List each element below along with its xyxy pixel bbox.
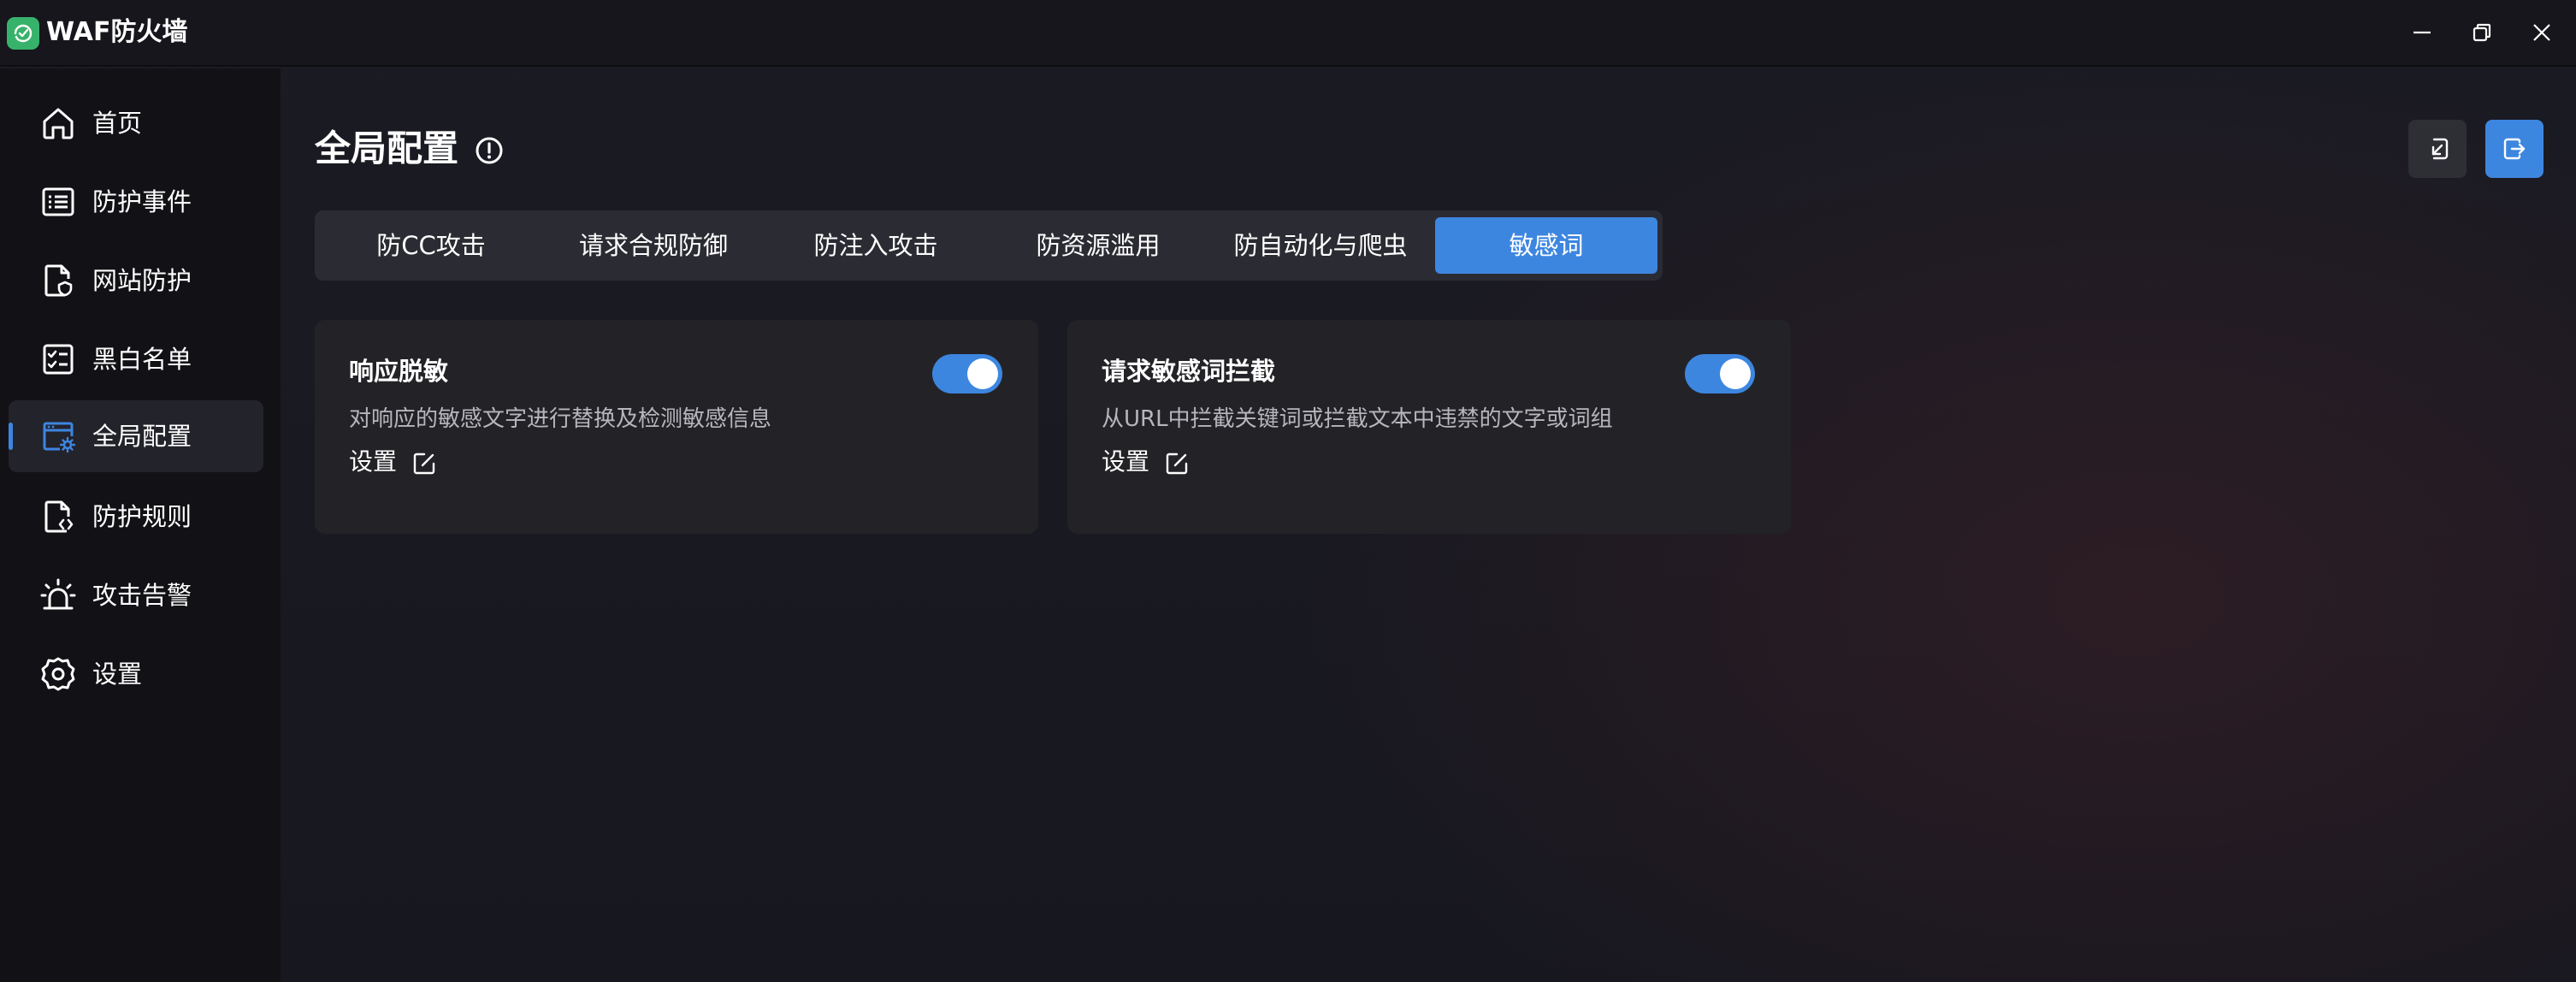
card-description: 从URL中拦截关键词或拦截文本中违禁的文字或词组 [1102, 406, 1613, 432]
sidebar-item-global-config[interactable]: 全局配置 [9, 400, 263, 472]
minimize-icon [2414, 31, 2431, 34]
sidebar-item-label: 设置 [92, 660, 143, 689]
home-icon [43, 108, 74, 139]
card-description: 对响应的敏感文字进行替换及检测敏感信息 [349, 406, 772, 432]
request-sensitive-word-toggle[interactable] [1685, 354, 1755, 393]
sidebar-item-label: 攻击告警 [92, 581, 192, 610]
sidebar-item-home[interactable]: 首页 [9, 87, 263, 159]
checklist-icon [43, 344, 74, 375]
toggle-knob [1720, 358, 1751, 389]
tab-sensitive-words[interactable]: 敏感词 [1435, 217, 1657, 274]
restore-icon [2473, 23, 2491, 42]
tab-anti-cc[interactable]: 防CC攻击 [320, 217, 542, 274]
minimize-button[interactable] [2403, 15, 2441, 50]
sidebar-item-blacklist-whitelist[interactable]: 黑白名单 [9, 323, 263, 395]
sidebar-item-attack-alerts[interactable]: 攻击告警 [9, 559, 263, 631]
import-button[interactable] [2408, 120, 2467, 178]
sidebar-item-settings[interactable]: 设置 [9, 638, 263, 710]
tab-anti-injection[interactable]: 防注入攻击 [765, 217, 987, 274]
export-icon [2503, 138, 2526, 160]
tab-anti-resource-abuse[interactable]: 防资源滥用 [987, 217, 1209, 274]
card-response-desensitization: 响应脱敏 对响应的敏感文字进行替换及检测敏感信息 设置 [315, 320, 1038, 534]
card-title: 请求敏感词拦截 [1102, 357, 1276, 386]
export-button[interactable] [2485, 120, 2544, 178]
edit-icon [1166, 453, 1188, 475]
close-icon [2533, 24, 2550, 41]
website-shield-icon [44, 264, 73, 297]
event-list-icon [42, 187, 74, 216]
sidebar-item-website-protection[interactable]: 网站防护 [9, 245, 263, 316]
sidebar-item-protection-rules[interactable]: 防护规则 [9, 481, 263, 553]
global-config-icon [43, 422, 76, 453]
app-window: WAF防火墙 首页 防护事件 网站防护 黑白名单 全局配置 防护规则 攻击告警 … [0, 0, 2576, 982]
page-title: 全局配置 [315, 127, 459, 169]
gear-icon [41, 657, 75, 691]
sidebar-item-label: 首页 [92, 109, 143, 138]
title-bar: WAF防火墙 [0, 0, 2576, 67]
rule-file-icon [44, 500, 74, 533]
sidebar-item-label: 防护事件 [92, 187, 192, 216]
sidebar-item-label: 网站防护 [92, 266, 192, 295]
toggle-knob [967, 358, 998, 389]
close-button[interactable] [2523, 15, 2561, 50]
restore-button[interactable] [2463, 15, 2501, 50]
config-tab-bar: 防CC攻击 请求合规防御 防注入攻击 防资源滥用 防自动化与爬虫 敏感词 [315, 210, 1663, 281]
app-logo-icon [7, 17, 39, 50]
sidebar: 首页 防护事件 网站防护 黑白名单 全局配置 防护规则 攻击告警 设置 [0, 68, 281, 982]
alarm-icon [40, 578, 76, 610]
sidebar-item-label: 全局配置 [92, 422, 192, 451]
tab-request-compliance[interactable]: 请求合规防御 [542, 217, 765, 274]
response-desensitization-toggle[interactable] [932, 354, 1002, 393]
tab-anti-automation-crawler[interactable]: 防自动化与爬虫 [1209, 217, 1432, 274]
sidebar-item-label: 防护规则 [92, 502, 192, 531]
card-request-sensitive-word-block: 请求敏感词拦截 从URL中拦截关键词或拦截文本中违禁的文字或词组 设置 [1067, 320, 1791, 534]
sidebar-item-label: 黑白名单 [92, 345, 192, 374]
settings-label: 设置 [349, 447, 398, 476]
import-icon [2431, 138, 2449, 160]
card-title: 响应脱敏 [349, 357, 449, 386]
info-icon[interactable] [474, 135, 505, 166]
sidebar-item-events[interactable]: 防护事件 [9, 166, 263, 238]
app-title: WAF防火墙 [46, 17, 188, 47]
settings-label: 设置 [1102, 447, 1150, 476]
edit-icon [413, 453, 435, 475]
